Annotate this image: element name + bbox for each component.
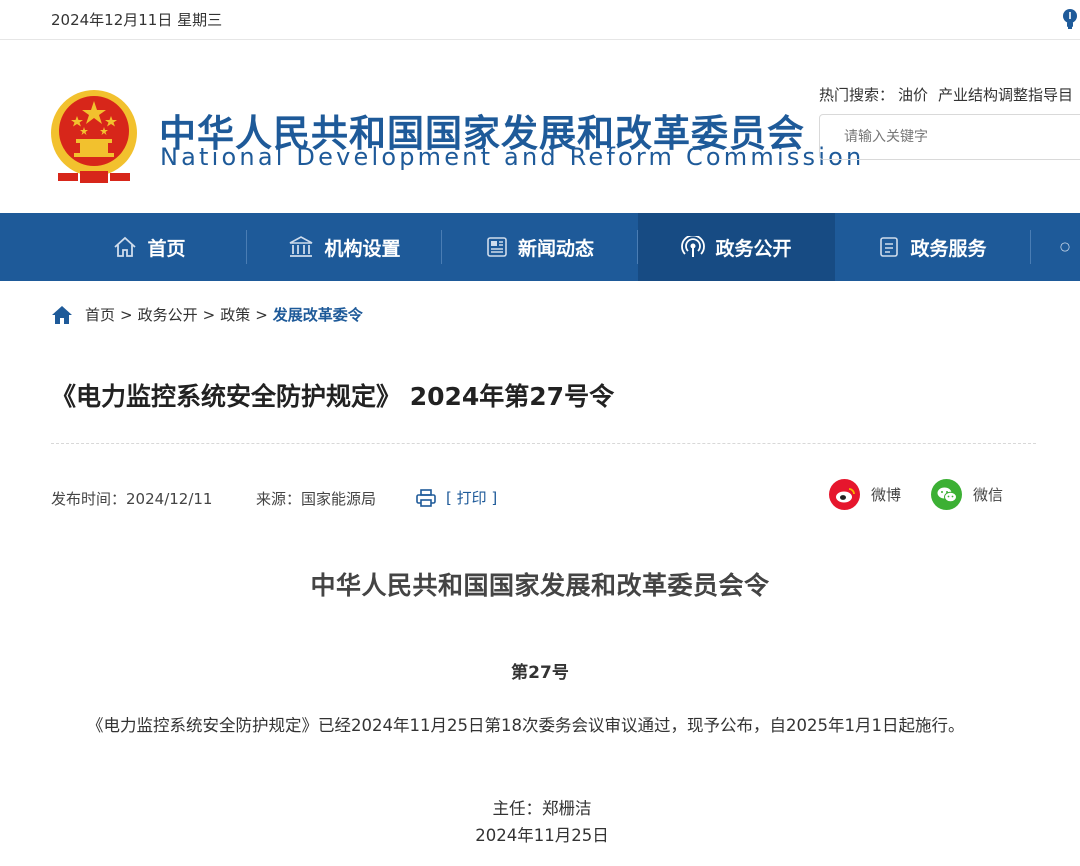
document-header: 中华人民共和国国家发展和改革委员会令 xyxy=(310,571,770,600)
nav-item-organization[interactable]: 机构设置 xyxy=(247,213,442,281)
breadcrumb-item-policy[interactable]: 政策 xyxy=(220,304,250,325)
breadcrumb-separator: > xyxy=(120,305,133,324)
circle-icon xyxy=(1060,242,1070,252)
nav-label: 首页 xyxy=(147,237,186,260)
share-wechat-label: 微信 xyxy=(973,486,1004,504)
source-info: 来源：国家能源局 xyxy=(256,488,376,509)
nav-item-news[interactable]: 新闻动态 xyxy=(442,213,638,281)
source-label: 来源： xyxy=(256,490,302,508)
hot-keyword[interactable]: 产业结构调整指导目 xyxy=(938,86,1073,104)
site-header: 中华人民共和国国家发展和改革委员会 National Development a… xyxy=(0,41,1080,213)
hot-keyword[interactable]: 油价 xyxy=(898,86,928,104)
document-icon xyxy=(880,237,899,257)
breadcrumb: 首页 > 政务公开 > 政策 > 发展改革委令 xyxy=(51,304,363,325)
title-divider xyxy=(51,443,1036,444)
weibo-icon xyxy=(829,479,860,510)
signature-date: 2024年11月25日 xyxy=(475,826,609,845)
print-button[interactable]: [ 打印 ] xyxy=(416,487,497,508)
document-number: 第27号 xyxy=(511,663,569,683)
building-icon xyxy=(290,236,313,257)
nav-item-government-affairs[interactable]: 政务公开 xyxy=(638,213,835,281)
wechat-icon xyxy=(931,479,962,510)
nav-label: 机构设置 xyxy=(324,237,401,260)
newspaper-icon xyxy=(487,237,507,257)
share-weibo[interactable]: 微博 xyxy=(829,479,901,510)
breadcrumb-item-home[interactable]: 首页 xyxy=(85,304,115,325)
breadcrumb-item-government-affairs[interactable]: 政务公开 xyxy=(138,304,198,325)
nav-label: 政务公开 xyxy=(715,237,792,260)
article-title: 《电力监控系统安全防护规定》 2024年第27号令 xyxy=(51,382,615,411)
share-weibo-label: 微博 xyxy=(871,486,902,504)
document-body: 《电力监控系统安全防护规定》已经2024年11月25日第18次委务会议审议通过，… xyxy=(87,716,965,735)
current-date: 2024年12月11日 星期三 xyxy=(51,11,223,29)
source-value: 国家能源局 xyxy=(301,490,377,508)
national-emblem-logo[interactable] xyxy=(50,89,138,184)
printer-icon xyxy=(416,488,436,507)
publish-date: 2024/12/11 xyxy=(126,490,213,508)
hot-search: 热门搜索： 油价 产业结构调整指导目 xyxy=(819,84,1079,105)
breadcrumb-current[interactable]: 发展改革委令 xyxy=(273,304,363,325)
nav-label: 政务服务 xyxy=(910,237,987,260)
search-box xyxy=(819,114,1080,160)
print-label: [ 打印 ] xyxy=(446,489,498,507)
breadcrumb-separator: > xyxy=(255,305,268,324)
top-bar: 2024年12月11日 星期三 xyxy=(0,0,1080,40)
share-wechat[interactable]: 微信 xyxy=(931,479,1003,510)
publish-label: 发布时间： xyxy=(51,490,127,508)
nav-divider xyxy=(1030,230,1031,264)
search-input[interactable] xyxy=(820,115,1080,159)
nav-label: 新闻动态 xyxy=(517,237,594,260)
main-nav: 首页 机构设置 新闻动态 政务公开 政务服务 xyxy=(0,213,1080,281)
lightbulb-icon[interactable] xyxy=(1061,8,1079,30)
site-title-en[interactable]: National Development and Reform Commissi… xyxy=(160,143,864,171)
breadcrumb-separator: > xyxy=(202,305,216,324)
home-icon[interactable] xyxy=(51,305,73,325)
broadcast-icon xyxy=(681,236,706,257)
nav-item-more[interactable] xyxy=(1060,213,1080,281)
publish-time: 发布时间：2024/12/11 xyxy=(51,488,212,509)
home-icon xyxy=(114,236,137,257)
nav-item-home[interactable]: 首页 xyxy=(52,213,247,281)
nav-item-services[interactable]: 政务服务 xyxy=(835,213,1030,281)
signature-title: 主任：郑栅洁 xyxy=(492,799,592,818)
hot-search-label: 热门搜索： xyxy=(819,86,895,104)
